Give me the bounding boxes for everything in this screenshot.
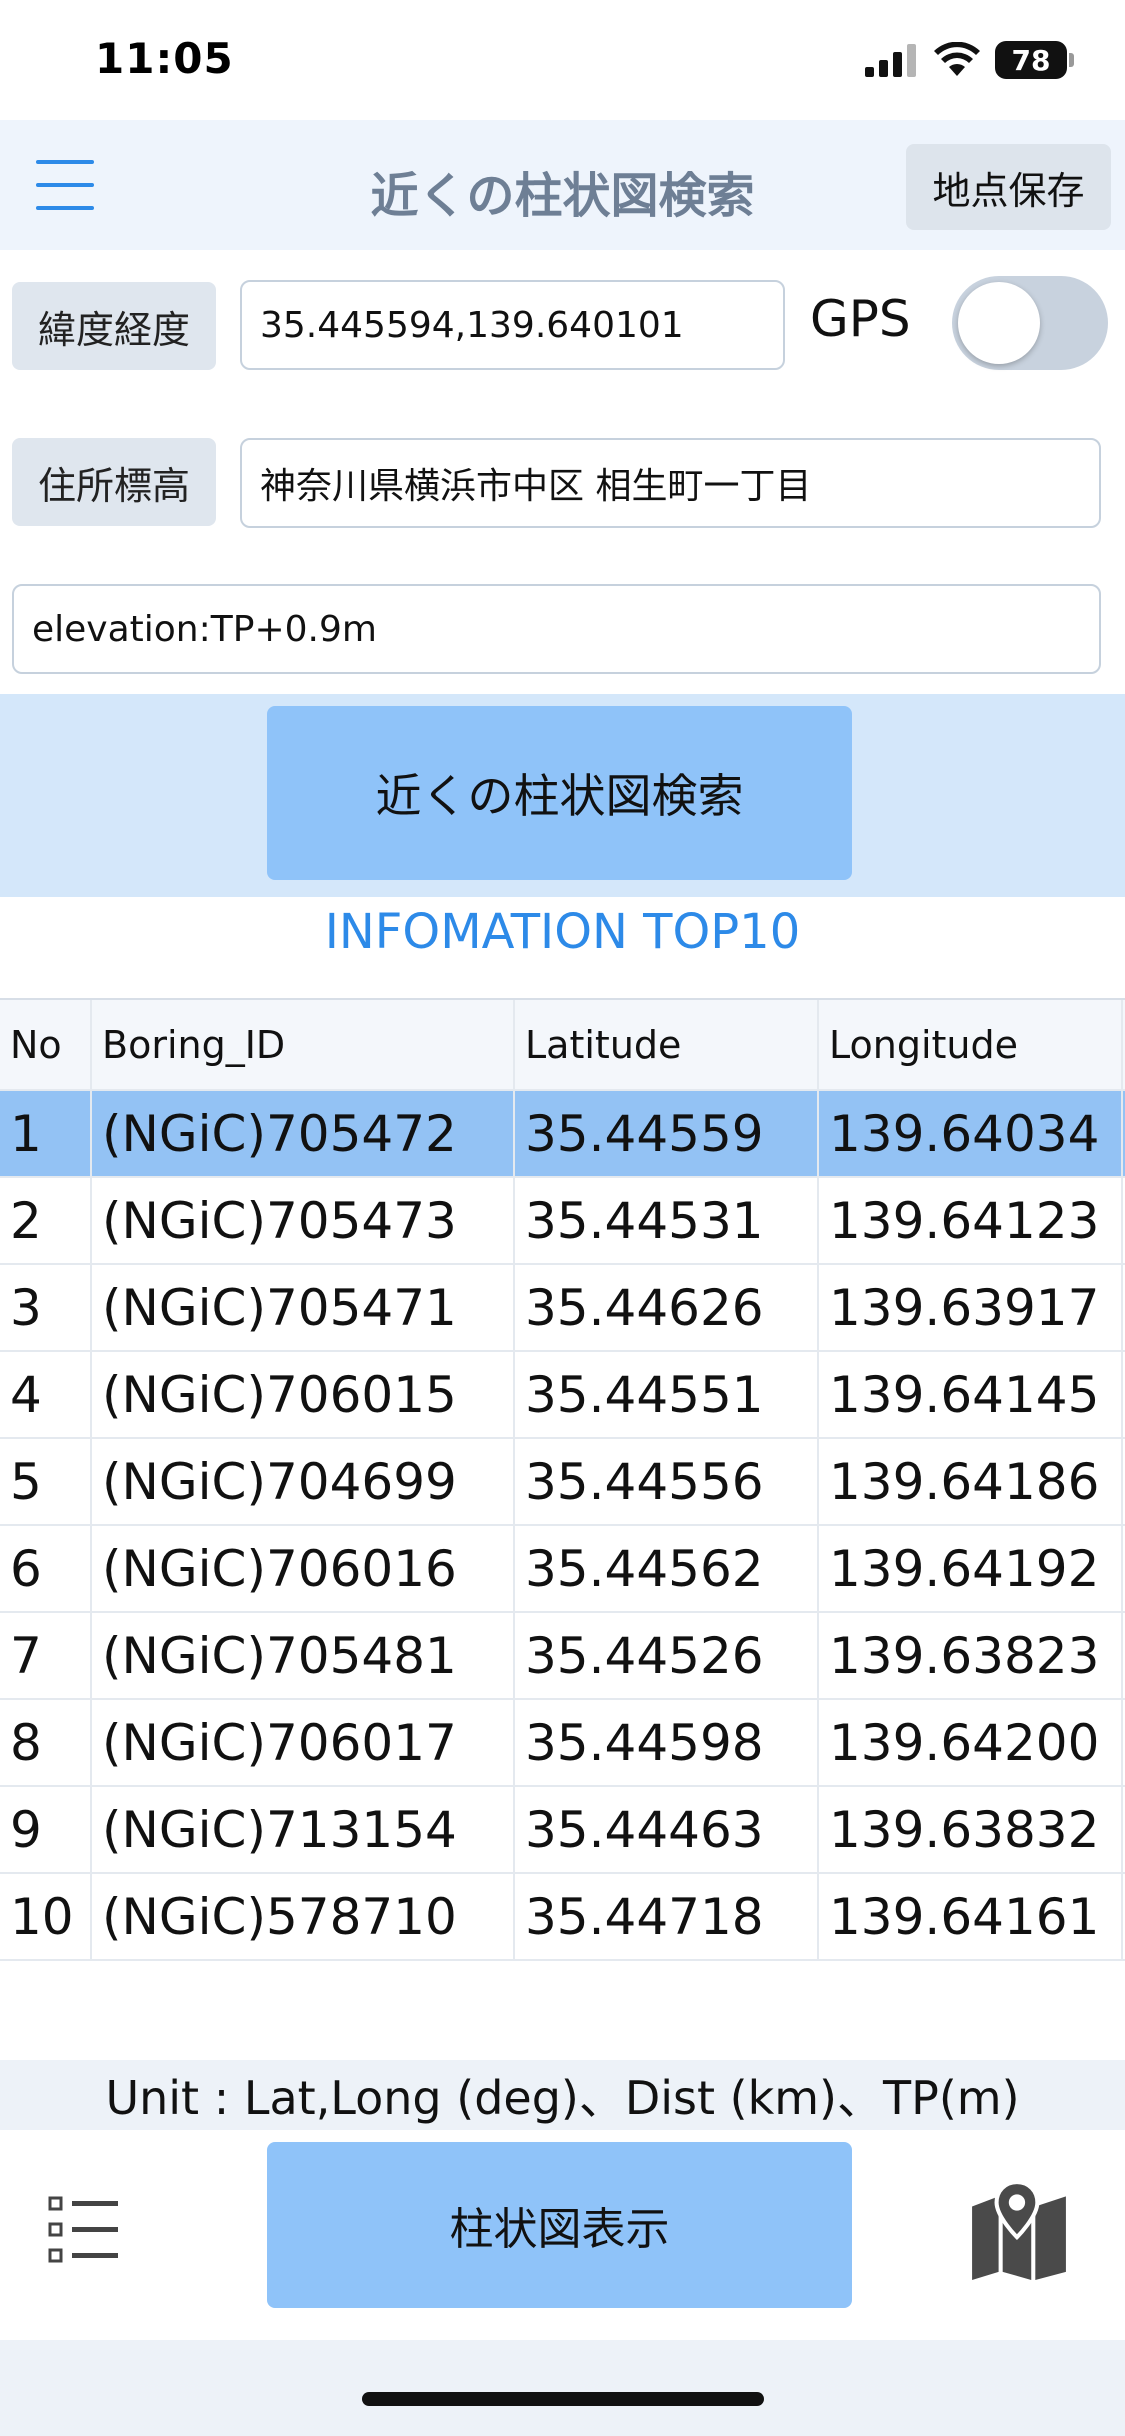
cell-boring-id: (NGiC)705481 — [92, 1613, 515, 1698]
map-pin-icon[interactable] — [968, 2178, 1070, 2280]
cell-longitude: 139.64192 — [819, 1526, 1123, 1611]
address-input[interactable]: 神奈川県横浜市中区 相生町一丁目 — [240, 438, 1101, 528]
cell-boring-id: (NGiC)706017 — [92, 1700, 515, 1785]
cell-longitude: 139.63917 — [819, 1265, 1123, 1350]
unit-caption: Unit : Lat,Long (deg)、Dist (km)、TP(m) — [0, 2060, 1125, 2130]
table-row[interactable]: 3 (NGiC)705471 35.44626 139.63917 — [0, 1265, 1125, 1352]
nearby-search-button[interactable]: 近くの柱状図検索 — [267, 706, 852, 880]
cell-latitude: 35.44526 — [515, 1613, 819, 1698]
status-icons: 78 — [865, 40, 1074, 80]
gps-toggle[interactable] — [952, 276, 1108, 370]
cell-longitude: 139.64186 — [819, 1439, 1123, 1524]
cell-boring-id: (NGiC)713154 — [92, 1787, 515, 1872]
column-header-longitude: Longitude — [819, 1000, 1123, 1089]
cell-latitude: 35.44531 — [515, 1178, 819, 1263]
home-indicator[interactable] — [362, 2392, 764, 2406]
save-location-button[interactable]: 地点保存 — [906, 144, 1111, 230]
column-header-no: No — [0, 1000, 92, 1089]
info-title: INFOMATION TOP10 — [324, 904, 801, 960]
wifi-icon — [934, 42, 980, 76]
cell-boring-id: (NGiC)705472 — [92, 1091, 515, 1176]
table-row[interactable]: 2 (NGiC)705473 35.44531 139.64123 — [0, 1178, 1125, 1265]
gps-label: GPS — [810, 290, 911, 348]
cell-no: 10 — [0, 1874, 92, 1959]
column-header-latitude: Latitude — [515, 1000, 819, 1089]
cell-no: 3 — [0, 1265, 92, 1350]
cell-latitude: 35.44463 — [515, 1787, 819, 1872]
cell-latitude: 35.44598 — [515, 1700, 819, 1785]
bottom-toolbar: 柱状図表示 — [0, 2130, 1125, 2340]
cell-boring-id: (NGiC)706015 — [92, 1352, 515, 1437]
table-row[interactable]: 7 (NGiC)705481 35.44526 139.63823 — [0, 1613, 1125, 1700]
cellular-signal-icon — [865, 44, 916, 77]
cell-latitude: 35.44559 — [515, 1091, 819, 1176]
latlng-input[interactable]: 35.445594,139.640101 — [240, 280, 785, 370]
cell-boring-id: (NGiC)704699 — [92, 1439, 515, 1524]
cell-no: 9 — [0, 1787, 92, 1872]
table-row[interactable]: 6 (NGiC)706016 35.44562 139.64192 — [0, 1526, 1125, 1613]
list-icon[interactable] — [44, 2190, 124, 2270]
column-header-boring-id: Boring_ID — [92, 1000, 515, 1089]
gps-toggle-knob — [958, 282, 1040, 364]
home-indicator-area — [0, 2340, 1125, 2436]
cell-longitude: 139.64145 — [819, 1352, 1123, 1437]
cell-latitude: 35.44556 — [515, 1439, 819, 1524]
cell-no: 7 — [0, 1613, 92, 1698]
cell-no: 6 — [0, 1526, 92, 1611]
cell-longitude: 139.64123 — [819, 1178, 1123, 1263]
table-row[interactable]: 9 (NGiC)713154 35.44463 139.63832 — [0, 1787, 1125, 1874]
cell-no: 8 — [0, 1700, 92, 1785]
cell-no: 1 — [0, 1091, 92, 1176]
address-label: 住所標高 — [12, 438, 216, 526]
table-row[interactable]: 4 (NGiC)706015 35.44551 139.64145 — [0, 1352, 1125, 1439]
battery-icon: 78 — [995, 41, 1074, 79]
cell-no: 5 — [0, 1439, 92, 1524]
table-row[interactable]: 10 (NGiC)578710 35.44718 139.64161 — [0, 1874, 1125, 1961]
search-band: 近くの柱状図検索 — [0, 694, 1125, 897]
cell-boring-id: (NGiC)705473 — [92, 1178, 515, 1263]
cell-longitude: 139.63832 — [819, 1787, 1123, 1872]
elevation-field[interactable]: elevation:TP+0.9m — [12, 584, 1101, 674]
table-row[interactable]: 8 (NGiC)706017 35.44598 139.64200 — [0, 1700, 1125, 1787]
cell-longitude: 139.64161 — [819, 1874, 1123, 1959]
show-boring-log-button[interactable]: 柱状図表示 — [267, 2142, 852, 2308]
cell-boring-id: (NGiC)706016 — [92, 1526, 515, 1611]
status-time: 11:05 — [95, 34, 234, 83]
cell-longitude: 139.63823 — [819, 1613, 1123, 1698]
app-header: 近くの柱状図検索 地点保存 — [0, 120, 1125, 250]
cell-latitude: 35.44562 — [515, 1526, 819, 1611]
status-bar: 11:05 78 — [0, 0, 1125, 120]
cell-boring-id: (NGiC)578710 — [92, 1874, 515, 1959]
cell-no: 4 — [0, 1352, 92, 1437]
cell-longitude: 139.64200 — [819, 1700, 1123, 1785]
cell-boring-id: (NGiC)705471 — [92, 1265, 515, 1350]
cell-no: 2 — [0, 1178, 92, 1263]
table-row[interactable]: 5 (NGiC)704699 35.44556 139.64186 — [0, 1439, 1125, 1526]
latlng-label: 緯度経度 — [12, 282, 216, 370]
cell-latitude: 35.44551 — [515, 1352, 819, 1437]
cell-longitude: 139.64034 — [819, 1091, 1123, 1176]
cell-latitude: 35.44626 — [515, 1265, 819, 1350]
table-row[interactable]: 1 (NGiC)705472 35.44559 139.64034 — [0, 1091, 1125, 1178]
table-header-row: No Boring_ID Latitude Longitude — [0, 998, 1125, 1091]
cell-latitude: 35.44718 — [515, 1874, 819, 1959]
